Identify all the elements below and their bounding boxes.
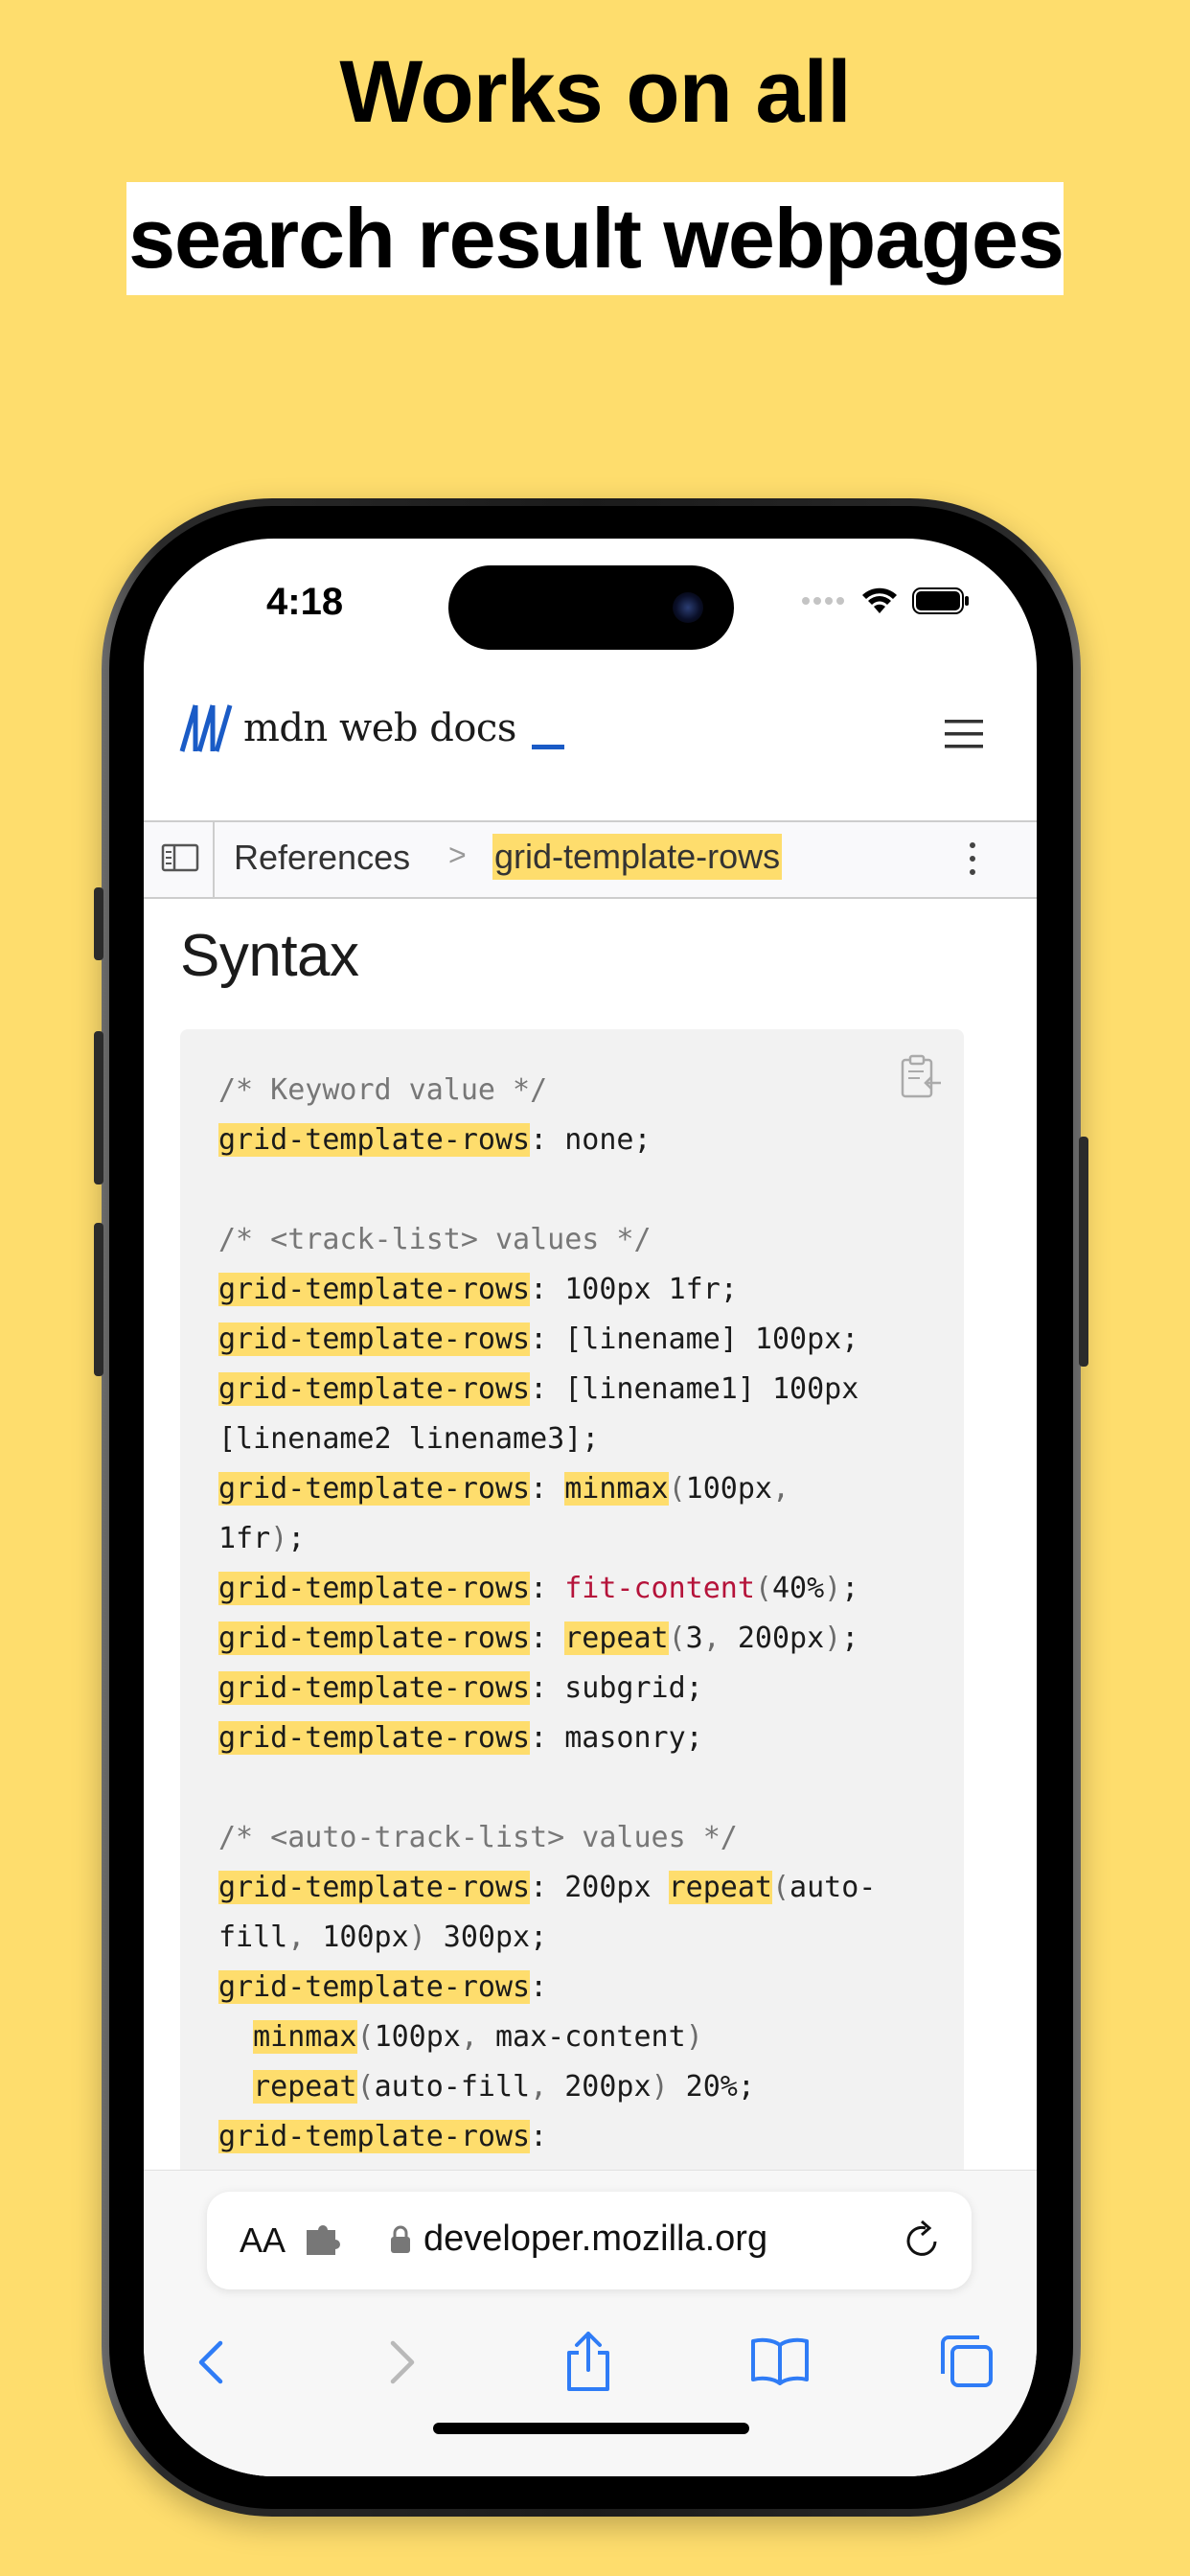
back-icon[interactable] xyxy=(192,2334,230,2391)
code-line: grid-template-rows: masonry; xyxy=(218,1721,703,1755)
headline-line-1: Works on all xyxy=(339,43,851,141)
code-line: 1fr); xyxy=(218,1522,306,1555)
home-indicator xyxy=(433,2423,749,2434)
code-listing: /* Keyword value */ grid-template-rows: n… xyxy=(218,1066,876,2162)
code-line: grid-template-rows: 100px 1fr; xyxy=(218,1273,738,1306)
code-line: grid-template-rows: [linename1] 100px xyxy=(218,1372,859,1406)
text-size-button[interactable]: AA xyxy=(240,2220,286,2261)
code-line: fill, 100px) 300px; xyxy=(218,1920,548,1954)
code-line: /* <auto-track-list> values */ xyxy=(218,1821,738,1854)
action-button xyxy=(94,887,103,960)
bookmarks-icon[interactable] xyxy=(749,2334,811,2387)
breadcrumb-divider xyxy=(213,822,215,897)
url-text[interactable]: developer.mozilla.org xyxy=(423,2219,767,2260)
code-line: /* <track-list> values */ xyxy=(218,1223,652,1256)
code-line: grid-template-rows: subgrid; xyxy=(218,1671,703,1705)
puzzle-extension-icon[interactable] xyxy=(303,2220,341,2259)
code-line: [linename2 linename3]; xyxy=(218,1422,600,1456)
code-line: grid-template-rows: xyxy=(218,2120,548,2153)
mdn-logo-underscore xyxy=(531,744,564,749)
dynamic-island xyxy=(448,565,734,650)
clipboard-copy-icon[interactable] xyxy=(899,1054,943,1100)
lock-icon xyxy=(391,2225,410,2253)
breadcrumb-current[interactable]: grid-template-rows xyxy=(492,834,783,880)
mdn-logo-icon xyxy=(179,704,233,752)
address-bar[interactable]: AA developer.mozilla.org xyxy=(207,2192,972,2289)
headline-line-2: search result webpages xyxy=(126,182,1064,295)
breadcrumb-separator-icon: > xyxy=(448,838,467,872)
code-line: grid-template-rows: 200px repeat(auto- xyxy=(218,1871,877,1904)
tabs-icon[interactable] xyxy=(939,2334,995,2389)
hamburger-menu-icon[interactable] xyxy=(943,717,985,751)
code-line: repeat(auto-fill, 200px) 20%; xyxy=(253,2070,755,2104)
volume-up-button xyxy=(94,1031,103,1184)
reload-icon[interactable] xyxy=(903,2219,943,2261)
code-line: minmax(100px, max-content) xyxy=(253,2020,703,2054)
code-line: grid-template-rows: minmax(100px, xyxy=(218,1472,790,1506)
status-time: 4:18 xyxy=(266,581,344,623)
mdn-logo[interactable]: mdn web docs xyxy=(178,702,564,755)
code-line: grid-template-rows: fit-content(40%); xyxy=(218,1572,859,1605)
more-vertical-icon[interactable] xyxy=(968,840,977,878)
code-line: /* Keyword value */ xyxy=(218,1073,548,1107)
status-icons xyxy=(801,586,970,615)
camera-icon xyxy=(673,592,703,623)
breadcrumb-parent-link[interactable]: References xyxy=(234,838,410,878)
share-icon[interactable] xyxy=(561,2328,615,2395)
volume-down-button xyxy=(94,1223,103,1376)
wifi-icon xyxy=(862,587,897,613)
phone-screen: 4:18 mdn web docs References > grid-temp… xyxy=(144,539,1037,2476)
signal-icon xyxy=(802,597,844,605)
code-line: grid-template-rows: xyxy=(218,1970,548,2004)
code-line: grid-template-rows: none; xyxy=(218,1123,652,1157)
safari-toolbar xyxy=(144,2332,1037,2410)
sidebar-toggle-icon[interactable] xyxy=(161,841,199,874)
battery-icon xyxy=(912,587,969,614)
page-heading: Syntax xyxy=(180,923,359,989)
forward-icon[interactable] xyxy=(383,2334,422,2391)
code-line: grid-template-rows: [linename] 100px; xyxy=(218,1322,859,1356)
power-button xyxy=(1079,1137,1088,1367)
code-line: grid-template-rows: repeat(3, 200px); xyxy=(218,1622,859,1655)
mdn-header: mdn web docs xyxy=(144,692,1037,784)
mdn-logo-text: mdn web docs xyxy=(243,706,516,750)
headline: Works on all search result webpages xyxy=(0,42,1190,295)
breadcrumb-bar: References > grid-template-rows xyxy=(144,820,1037,899)
